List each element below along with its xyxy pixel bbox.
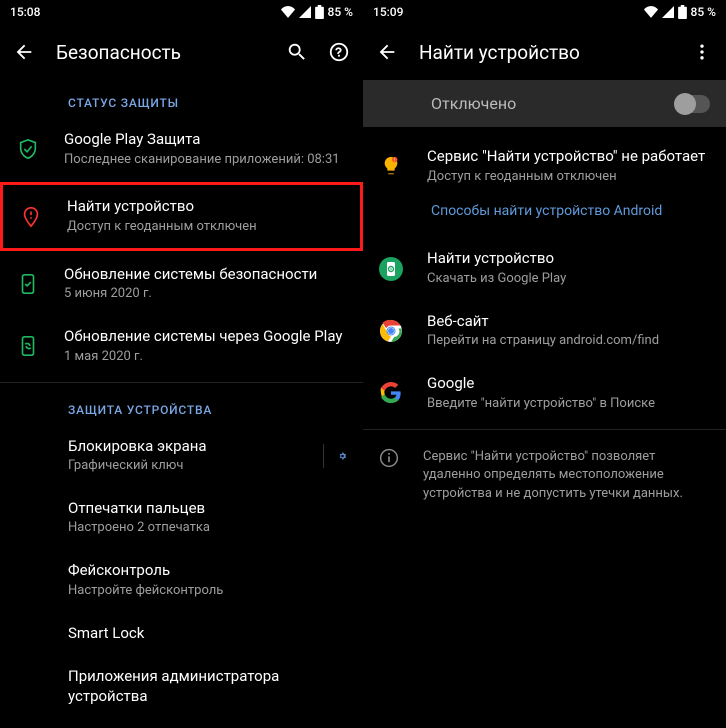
phone-check-icon	[17, 273, 39, 295]
app-bar: Найти устройство	[363, 24, 726, 80]
item-title: Приложения администратора устройства	[68, 667, 347, 706]
item-title: Google	[427, 374, 710, 394]
phone-security: 15:08 85 % Безопасность СТАТУС ЗАЩИТЫ Go…	[0, 0, 363, 728]
google-g-icon	[380, 382, 402, 404]
shield-check-icon	[17, 138, 39, 160]
warning-title: Сервис "Найти устройство" не работает	[427, 147, 710, 167]
screen-lock-settings-button[interactable]	[323, 444, 347, 468]
item-security-update[interactable]: Обновление системы безопасности 5 июня 2…	[0, 253, 363, 315]
item-summary: Перейти на страницу android.com/find	[427, 333, 710, 350]
item-summary: 1 мая 2020 г.	[64, 349, 347, 366]
battery-percent: 85 %	[691, 5, 716, 19]
item-summary: Настроено 2 отпечатка	[68, 520, 347, 537]
item-screen-lock[interactable]: Блокировка экрана Графический ключ	[0, 425, 363, 487]
more-button[interactable]	[690, 40, 714, 64]
item-summary: Доступ к геоданным отключен	[67, 219, 344, 236]
warning-summary: Доступ к геоданным отключен	[427, 169, 710, 186]
divider	[0, 382, 363, 383]
item-find-device[interactable]: Найти устройство Доступ к геоданным откл…	[3, 185, 360, 247]
item-title: Обновление системы безопасности	[64, 265, 347, 285]
search-button[interactable]	[285, 40, 309, 64]
section-device-security: ЗАЩИТА УСТРОЙСТВА	[0, 387, 363, 425]
item-title: Найти устройство	[67, 197, 344, 217]
signal-icon	[299, 6, 311, 18]
master-switch[interactable]	[676, 95, 710, 113]
more-vert-icon	[692, 42, 712, 62]
status-time: 15:09	[373, 5, 403, 19]
item-google-search[interactable]: Google Введите "найти устройство" в Поис…	[363, 362, 726, 424]
svg-text:!: !	[394, 158, 395, 164]
page-title: Безопасность	[56, 41, 265, 64]
item-title: Отпечатки пальцев	[68, 499, 347, 519]
item-title: Веб-сайт	[427, 312, 710, 332]
item-summary: 5 июня 2020 г.	[64, 286, 347, 303]
help-icon	[328, 41, 350, 63]
item-title: Фейсконтроль	[68, 561, 347, 581]
gear-icon	[338, 445, 347, 467]
arrow-back-icon	[376, 41, 398, 63]
info-row: Сервис "Найти устройство" позволяет удал…	[363, 434, 726, 519]
phone-refresh-icon	[17, 335, 39, 357]
item-face[interactable]: Фейсконтроль Настройте фейсконтроль	[0, 549, 363, 611]
status-bar: 15:09 85 %	[363, 0, 726, 24]
item-website[interactable]: Веб-сайт Перейти на страницу android.com…	[363, 300, 726, 362]
highlight-find-device: Найти устройство Доступ к геоданным откл…	[0, 182, 363, 250]
item-find-app[interactable]: Найти устройство Скачать из Google Play	[363, 237, 726, 299]
item-summary: Введите "найти устройство" в Поиске	[427, 396, 710, 413]
bulb-alert-icon: !	[380, 155, 402, 177]
ways-link[interactable]: Способы найти устройство Android	[431, 203, 662, 219]
item-smart-lock[interactable]: Smart Lock	[0, 612, 363, 656]
battery-icon	[678, 5, 687, 19]
item-admin-apps[interactable]: Приложения администратора устройства	[0, 655, 363, 718]
help-button[interactable]	[327, 40, 351, 64]
find-device-app-icon	[379, 257, 403, 281]
info-icon	[379, 448, 399, 468]
warning-row: ! Сервис "Найти устройство" не работает …	[363, 127, 726, 197]
info-text: Сервис "Найти устройство" позволяет удал…	[423, 448, 710, 505]
item-summary: Последнее сканирование приложений: 08:31	[64, 152, 347, 169]
status-bar: 15:08 85 %	[0, 0, 363, 24]
ways-link-row[interactable]: Способы найти устройство Android	[363, 197, 726, 237]
search-icon	[286, 41, 308, 63]
arrow-back-icon	[13, 41, 35, 63]
wifi-icon	[644, 6, 658, 18]
item-play-protect[interactable]: Google Play Защита Последнее сканировани…	[0, 118, 363, 180]
status-time: 15:08	[10, 5, 40, 19]
back-button[interactable]	[12, 40, 36, 64]
item-gp-system-update[interactable]: Обновление системы через Google Play 1 м…	[0, 315, 363, 377]
page-title: Найти устройство	[419, 41, 670, 64]
item-title: Найти устройство	[427, 249, 710, 269]
location-alert-icon	[20, 206, 42, 228]
phone-find-device: 15:09 85 % Найти устройство Отключено ! …	[363, 0, 726, 728]
status-indicators: 85 %	[644, 5, 716, 19]
switch-label: Отключено	[431, 94, 516, 113]
wifi-icon	[281, 6, 295, 18]
item-summary: Настройте фейсконтроль	[68, 583, 347, 600]
app-bar: Безопасность	[0, 24, 363, 80]
battery-percent: 85 %	[328, 5, 353, 19]
item-summary: Скачать из Google Play	[427, 271, 710, 288]
status-indicators: 85 %	[281, 5, 353, 19]
item-title: Smart Lock	[68, 624, 347, 644]
item-summary: Графический ключ	[68, 458, 291, 475]
section-security-status: СТАТУС ЗАЩИТЫ	[0, 80, 363, 118]
item-title: Блокировка экрана	[68, 437, 291, 457]
back-button[interactable]	[375, 40, 399, 64]
divider	[363, 429, 726, 430]
item-title: Google Play Защита	[64, 130, 347, 150]
signal-icon	[662, 6, 674, 18]
battery-icon	[315, 5, 324, 19]
item-fingerprints[interactable]: Отпечатки пальцев Настроено 2 отпечатка	[0, 487, 363, 549]
item-title: Обновление системы через Google Play	[64, 327, 347, 347]
chrome-icon	[379, 319, 403, 343]
master-switch-row[interactable]: Отключено	[363, 80, 726, 127]
